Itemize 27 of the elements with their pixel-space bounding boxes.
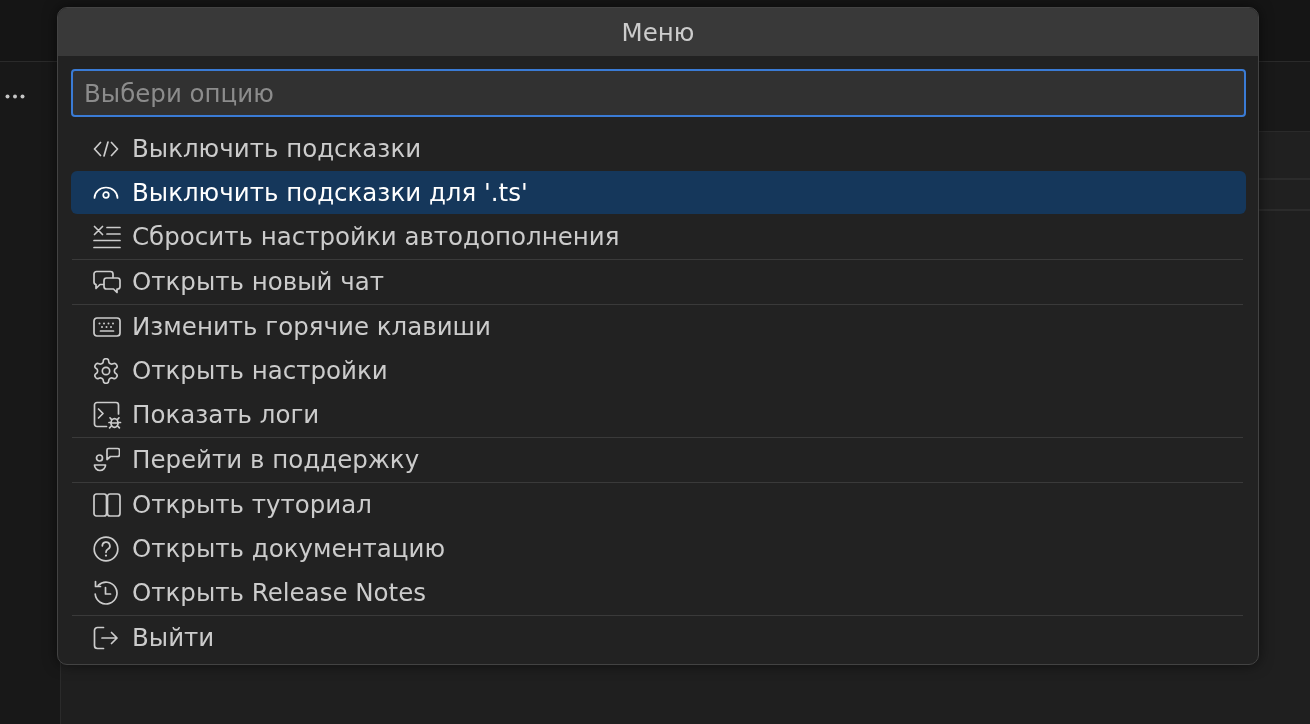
history-icon <box>93 579 119 606</box>
chat-bubbles-icon <box>93 269 121 294</box>
person-speech-icon <box>93 447 120 472</box>
dialog-title: Меню <box>621 17 695 47</box>
menu-item[interactable]: Показать логи <box>71 393 1246 436</box>
menu-item[interactable]: Выключить подсказки <box>71 127 1246 170</box>
menu-item[interactable]: Открыть новый чат <box>71 260 1246 303</box>
menu-item[interactable]: Сбросить настройки автодополнения <box>71 215 1246 258</box>
help-icon <box>93 535 119 562</box>
code-icon <box>93 140 119 157</box>
input-field[interactable]: Выбери опцию <box>71 69 1246 117</box>
settings-icon <box>93 357 119 384</box>
menu-item[interactable]: Открыть настройки <box>71 349 1246 392</box>
menu-item[interactable]: Изменить горячие клавиши <box>71 305 1246 348</box>
menu-item[interactable]: Перейти в поддержку <box>71 438 1246 481</box>
more-icon[interactable] <box>5 94 25 99</box>
keyboard-icon <box>93 316 121 337</box>
terminal-bug-icon <box>93 400 122 429</box>
exit-icon <box>93 625 119 650</box>
book-icon <box>93 492 121 517</box>
list-x-icon <box>93 224 121 249</box>
menu-item[interactable]: Открыть туториал <box>71 483 1246 526</box>
menu-item[interactable]: Открыть документацию <box>71 527 1246 570</box>
menu-item[interactable]: Открыть Release Notes <box>71 571 1246 614</box>
menu-item[interactable]: Выключить подсказки для '.ts' <box>71 171 1246 214</box>
eye-icon <box>93 185 119 200</box>
menu-item[interactable]: Выйти <box>71 616 1246 659</box>
